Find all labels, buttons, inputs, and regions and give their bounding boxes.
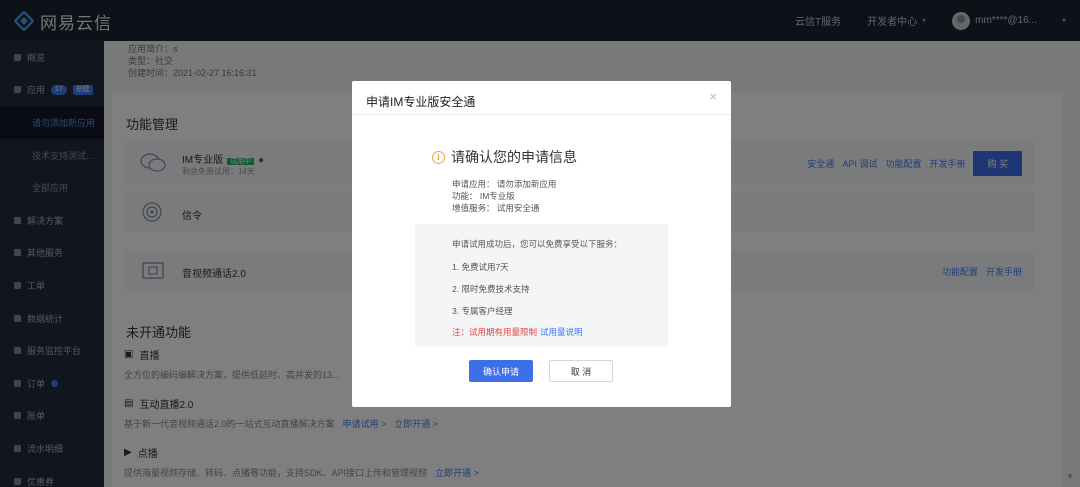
benefit-item: 1. 免费试用7天 — [452, 262, 509, 272]
service-line: 增值服务： 试用安全通 — [452, 203, 540, 213]
confirm-apply-button[interactable]: 确认申请 — [469, 360, 533, 382]
apply-dialog: 申请IM专业版安全通 × i 请确认您的申请信息 申请应用： 请勿添加新应用 功能… — [352, 81, 731, 407]
usage-note-text: 注：试用期有用量限制 — [452, 327, 538, 337]
divider — [352, 114, 731, 115]
usage-explain-link[interactable]: 试用量说明 — [540, 327, 583, 337]
benefit-box: 申请试用成功后，您可以免费享受以下服务： 1. 免费试用7天 2. 限时免费技术… — [415, 224, 668, 347]
benefit-item: 3. 专属客户经理 — [452, 306, 513, 316]
scroll-down-arrow-icon[interactable]: ▼ — [1066, 472, 1074, 481]
benefit-item: 2. 限时免费技术支持 — [452, 284, 530, 294]
usage-note: 注：试用期有用量限制 试用量说明 — [452, 326, 583, 338]
benefit-intro: 申请试用成功后，您可以免费享受以下服务： — [452, 239, 623, 249]
feature-line: 功能： IM专业版 — [452, 191, 515, 201]
dialog-title: 申请IM专业版安全通 — [366, 95, 476, 109]
info-icon: i — [432, 150, 445, 164]
cancel-button[interactable]: 取 消 — [549, 360, 613, 382]
confirm-heading-text: 请确认您的申请信息 — [451, 149, 577, 165]
confirm-heading: i 请确认您的申请信息 — [432, 147, 577, 167]
close-icon[interactable]: × — [709, 89, 717, 104]
apply-app-line: 申请应用： 请勿添加新应用 — [452, 179, 557, 189]
